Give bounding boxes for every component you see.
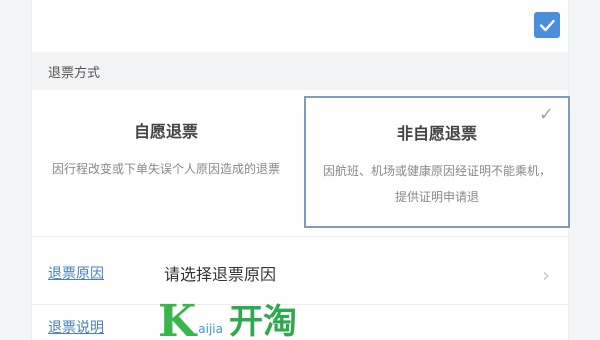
agreement-checkbox[interactable] [534, 12, 560, 38]
checkmark-icon [539, 19, 555, 32]
section-title: 退票方式 [48, 65, 101, 81]
option-title: 自愿退票 [133, 122, 198, 141]
divider [32, 236, 568, 237]
chevron-right-icon: › [542, 263, 550, 287]
right-margin [568, 0, 600, 340]
option-description: 因行程改变或下单失误个人原因造成的退票 [51, 162, 280, 176]
section-header-refund-method: 退票方式 [32, 52, 568, 90]
refund-reason-placeholder: 请选择退票原因 [164, 265, 277, 284]
agreement-row [32, 0, 568, 52]
option-description: 因航班、机场或健康原因经证明不能乘机，提供证明申请退 [322, 164, 551, 204]
selected-check-icon: ✓ [538, 104, 554, 125]
option-title: 非自愿退票 [396, 124, 477, 143]
option-involuntary-refund[interactable]: ✓ 非自愿退票 因航班、机场或健康原因经证明不能乘机，提供证明申请退 [304, 96, 570, 228]
refund-description-label: 退票说明 [48, 320, 104, 336]
option-voluntary-refund[interactable]: 自愿退票 因行程改变或下单失误个人原因造成的退票 [32, 96, 300, 228]
refund-reason-label: 退票原因 [48, 266, 104, 282]
refund-description-row[interactable]: 退票说明 [32, 314, 568, 340]
refund-reason-row[interactable]: 退票原因 请选择退票原因 › [32, 244, 568, 302]
refund-form: 退票方式 自愿退票 因行程改变或下单失误个人原因造成的退票 ✓ 非自愿退票 因航… [32, 0, 570, 340]
divider [32, 304, 568, 305]
left-margin [0, 0, 32, 340]
